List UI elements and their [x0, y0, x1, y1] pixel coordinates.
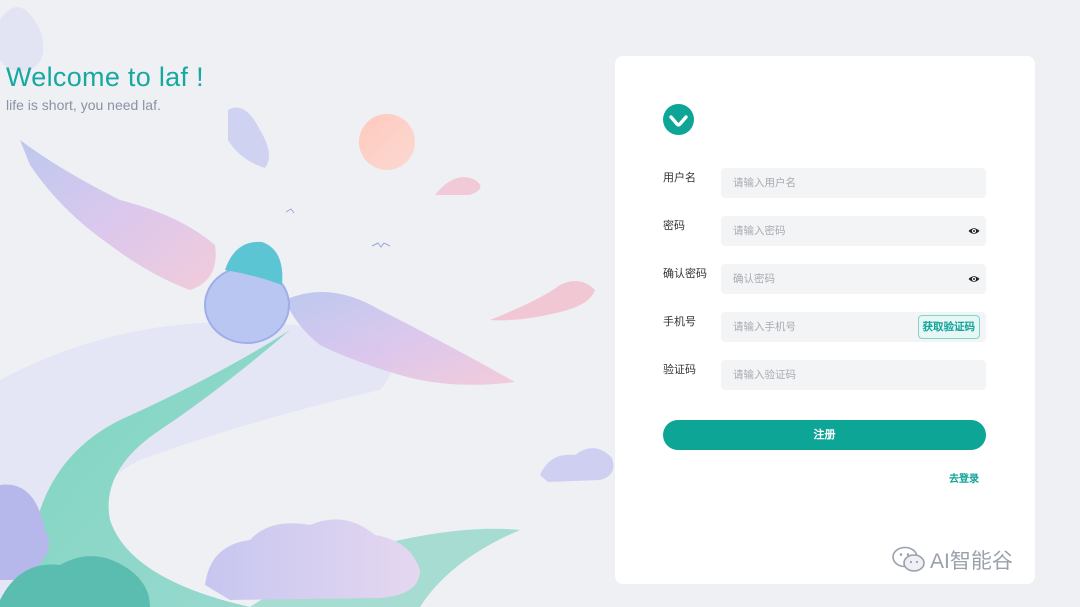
username-label: 用户名	[663, 172, 696, 184]
welcome-title: Welcome to laf !	[6, 62, 204, 92]
password-row: 密码	[663, 216, 986, 246]
confirm-password-field-wrapper	[721, 264, 986, 294]
phone-row: 手机号 获取验证码	[663, 312, 986, 342]
wing-left	[20, 140, 216, 290]
cloud	[435, 177, 481, 195]
bird	[285, 208, 295, 214]
cloud	[540, 448, 614, 482]
watermark-text: AI智能谷	[930, 550, 1013, 573]
eye-icon[interactable]	[968, 225, 980, 237]
register-button[interactable]: 注册	[663, 420, 986, 450]
welcome-block: Welcome to laf ! life is short, you need…	[6, 62, 204, 113]
go-login-link[interactable]: 去登录	[949, 470, 979, 485]
username-row: 用户名	[663, 168, 986, 198]
confirm-password-row: 确认密码	[663, 264, 986, 294]
username-field-wrapper	[721, 168, 986, 198]
code-row: 验证码	[663, 360, 986, 390]
cloud	[490, 281, 595, 321]
laf-logo-icon	[663, 104, 694, 135]
register-card: 用户名 密码 确认密码 手机号	[615, 56, 1035, 584]
username-input[interactable]	[721, 168, 986, 198]
get-code-button[interactable]: 获取验证码	[917, 315, 980, 339]
eye-icon[interactable]	[968, 273, 980, 285]
cloud	[228, 107, 269, 168]
sun	[359, 114, 415, 170]
bird	[371, 242, 391, 248]
phone-field-wrapper: 获取验证码	[721, 312, 986, 342]
code-label: 验证码	[663, 364, 696, 376]
wechat-icon	[892, 546, 925, 572]
welcome-subtitle: life is short, you need laf.	[6, 97, 161, 113]
password-label: 密码	[663, 220, 685, 232]
phone-label: 手机号	[663, 316, 696, 328]
password-field-wrapper	[721, 216, 986, 246]
confirm-password-input[interactable]	[721, 264, 986, 294]
watermark: AI智能谷	[892, 545, 1013, 575]
code-input[interactable]	[721, 360, 986, 390]
confirm-password-label: 确认密码	[663, 268, 707, 280]
password-input[interactable]	[721, 216, 986, 246]
cloud	[205, 519, 420, 600]
code-field-wrapper	[721, 360, 986, 390]
